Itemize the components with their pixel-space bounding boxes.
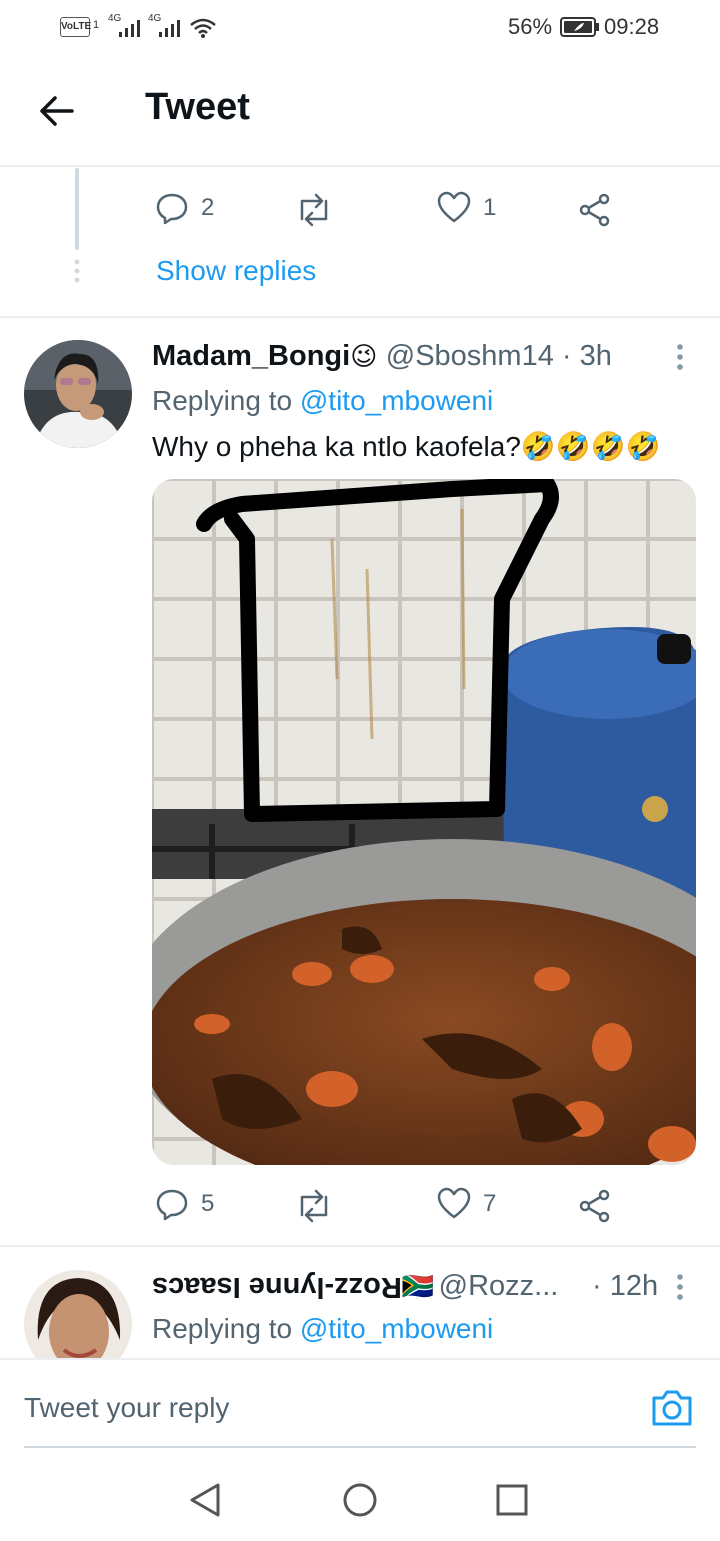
replying-to: Replying to @tito_mboweni: [152, 385, 493, 417]
retweet-icon[interactable]: [294, 193, 334, 227]
system-nav-bar: [0, 1450, 720, 1541]
battery-percent: 56%: [508, 14, 553, 39]
avatar[interactable]: [24, 340, 132, 448]
nav-home-icon[interactable]: [342, 1482, 378, 1518]
author-name[interactable]: Madam_Bongi: [152, 340, 350, 372]
next-tweet-author-line: Rozz-lynne Isaacs🇿🇦 @Rozz...: [152, 1270, 558, 1303]
tweet-divider: [0, 1245, 720, 1247]
signal2-icon: [159, 20, 180, 37]
reply-count: 2: [201, 194, 215, 221]
heart-icon: [437, 1187, 471, 1219]
tweet-text: Why o pheha ka ntlo kaofela?🤣🤣🤣🤣: [152, 430, 660, 463]
thread-line: [75, 168, 79, 250]
next-replying-to-link[interactable]: @tito_mboweni: [300, 1313, 493, 1344]
share-icon[interactable]: [578, 1189, 612, 1223]
nav-back-icon[interactable]: [188, 1482, 222, 1518]
author-emoji: 😉: [350, 341, 378, 371]
next-author-handle[interactable]: @Rozz...: [439, 1270, 559, 1302]
tweet-author-line: Madam_Bongi😉 @Sboshm14 · 3h: [152, 340, 612, 373]
next-replying-to: Replying to @tito_mboweni: [152, 1313, 493, 1345]
next-author-name[interactable]: Rozz-lynne Isaacs: [152, 1270, 402, 1303]
battery-icon: [560, 17, 599, 37]
show-replies-link[interactable]: Show replies: [156, 255, 316, 287]
reply-input[interactable]: Tweet your reply: [24, 1392, 229, 1424]
tweet-photo[interactable]: [152, 479, 696, 1165]
wifi-icon: [190, 18, 216, 38]
next-tweet-time: · 12h: [592, 1270, 659, 1302]
like-count: 1: [483, 194, 497, 221]
page-title: Tweet: [145, 86, 250, 128]
tweet-reply-count: 5: [201, 1190, 215, 1217]
status-bar: VoLTE 1 4G 4G 56% 09:28: [0, 0, 720, 56]
more-options-icon[interactable]: [674, 342, 686, 372]
tweet-like-count: 7: [483, 1190, 497, 1217]
like-button[interactable]: 1: [437, 191, 496, 225]
author-handle-time[interactable]: @Sboshm14 · 3h: [386, 340, 612, 372]
sim1-label: 1: [93, 19, 100, 31]
nav-recents-icon[interactable]: [496, 1484, 528, 1516]
volte-indicator: VoLTE: [60, 17, 91, 37]
heart-icon: [437, 191, 471, 223]
clock: 09:28: [604, 14, 660, 39]
reply-button[interactable]: 2: [155, 191, 214, 225]
share-icon[interactable]: [578, 193, 612, 227]
tweet-divider: [0, 316, 720, 318]
back-arrow-icon[interactable]: [38, 92, 76, 130]
reply-icon: [156, 193, 188, 225]
flag-emoji: 🇿🇦: [401, 1271, 435, 1301]
retweet-icon[interactable]: [294, 1189, 334, 1223]
tweet-like-button[interactable]: 7: [437, 1187, 496, 1221]
next-replying-prefix: Replying to: [152, 1313, 300, 1344]
camera-icon[interactable]: [650, 1388, 694, 1428]
thread-dots: [74, 259, 80, 283]
replying-to-link[interactable]: @tito_mboweni: [300, 385, 493, 416]
reply-underline: [24, 1446, 696, 1448]
signal1-icon: [119, 20, 140, 37]
replying-prefix: Replying to: [152, 385, 300, 416]
tweet-text-emoji: 🤣🤣🤣🤣: [520, 431, 661, 462]
header-divider: [0, 165, 720, 167]
tweet-text-body: Why o pheha ka ntlo kaofela?: [152, 431, 521, 462]
more-options-icon[interactable]: [674, 1272, 686, 1302]
tweet-reply-button[interactable]: 5: [155, 1187, 214, 1221]
reply-icon: [156, 1189, 188, 1221]
